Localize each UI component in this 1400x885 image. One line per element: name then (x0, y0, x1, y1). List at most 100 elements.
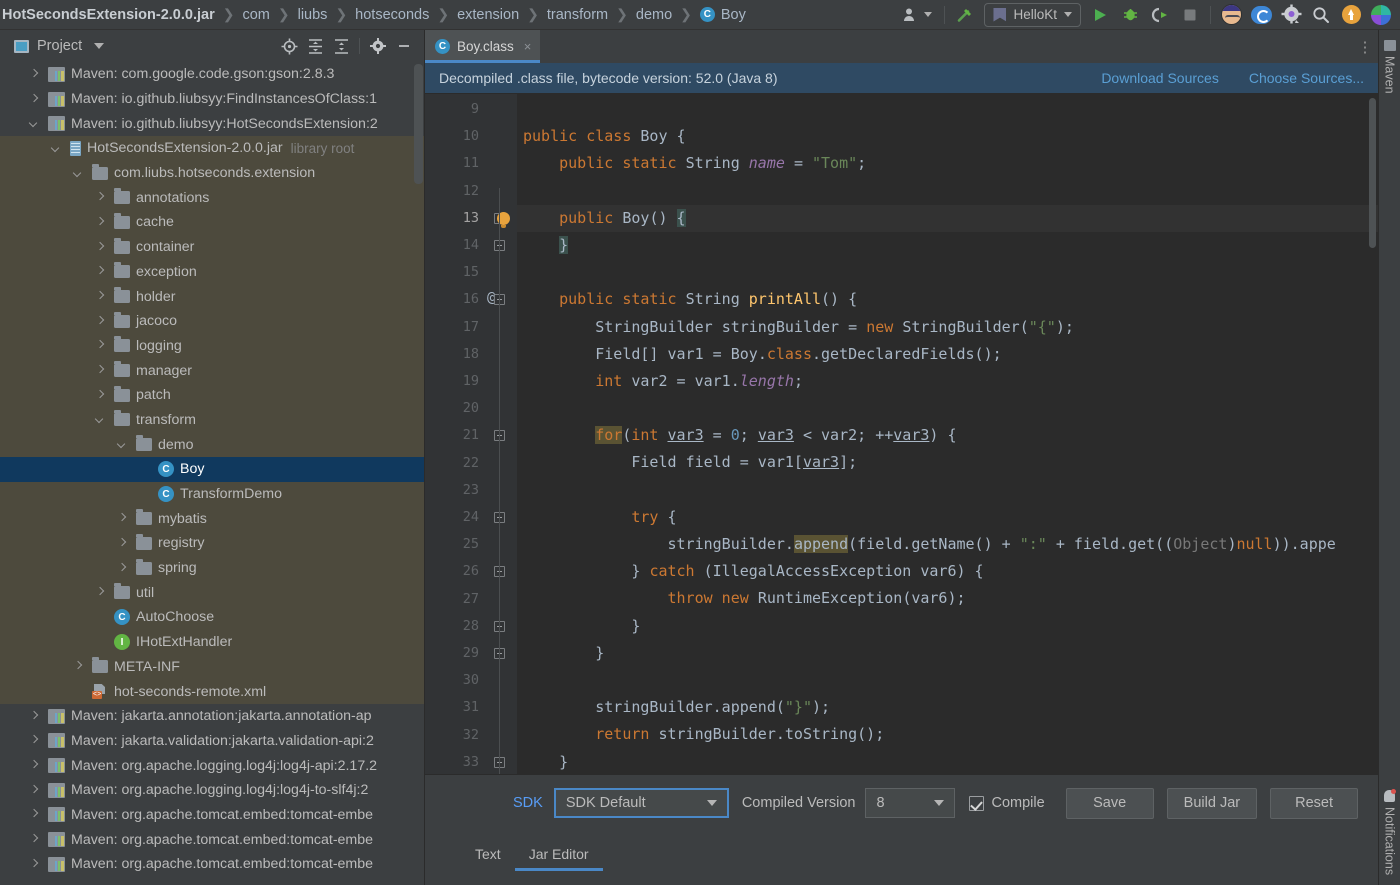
download-sources-link[interactable]: Download Sources (1101, 70, 1219, 86)
code-line[interactable]: return stringBuilder.toString(); (517, 721, 1378, 748)
code-line[interactable] (517, 259, 1378, 286)
code-line[interactable]: int var2 = var1.length; (517, 368, 1378, 395)
choose-sources-link[interactable]: Choose Sources... (1249, 70, 1364, 86)
colorful-plugin-icon[interactable] (1366, 2, 1396, 28)
tree-row[interactable]: Maven: io.github.liubsyy:HotSecondsExten… (0, 111, 424, 136)
code-line[interactable]: StringBuilder stringBuilder = new String… (517, 314, 1378, 341)
editor-vertical-scrollbar[interactable] (1367, 94, 1378, 774)
breadcrumb-item[interactable]: hotseconds (355, 7, 429, 23)
chevron-right-icon[interactable] (30, 736, 39, 745)
chevron-right-icon[interactable] (96, 366, 105, 375)
chevron-right-icon[interactable] (96, 391, 105, 400)
chevron-down-icon[interactable] (118, 440, 127, 449)
chevron-right-icon[interactable] (30, 810, 39, 819)
code-line[interactable]: public class Boy { (517, 123, 1378, 150)
code-line[interactable] (517, 96, 1378, 123)
code-line[interactable]: stringBuilder.append(field.getName() + "… (517, 531, 1378, 558)
tree-row[interactable]: mybatis (0, 506, 424, 531)
tree-row[interactable]: Maven: jakarta.validation:jakarta.valida… (0, 729, 424, 754)
close-icon[interactable]: × (524, 39, 532, 54)
debug-icon[interactable] (1115, 2, 1145, 28)
tree-row[interactable]: Maven: org.apache.logging.log4j:log4j-to… (0, 778, 424, 803)
chevron-right-icon[interactable] (96, 243, 105, 252)
tree-row[interactable]: hot-seconds-remote.xml (0, 679, 424, 704)
code-line[interactable]: public static String name = "Tom"; (517, 150, 1378, 177)
chevron-right-icon[interactable] (118, 514, 127, 523)
breadcrumb-item[interactable]: transform (547, 7, 608, 23)
chevron-down-icon[interactable] (96, 415, 105, 424)
tree-row[interactable]: logging (0, 334, 424, 359)
tree-row[interactable]: com.liubs.hotseconds.extension (0, 161, 424, 186)
gear-icon[interactable] (365, 33, 391, 59)
chevron-right-icon[interactable] (30, 712, 39, 721)
tree-row[interactable]: spring (0, 556, 424, 581)
code-line[interactable]: } (517, 749, 1378, 775)
chevron-right-icon[interactable] (118, 539, 127, 548)
code-line[interactable]: public Boy() { (517, 205, 1378, 232)
gear-icon[interactable] (1276, 2, 1306, 28)
code-line[interactable] (517, 395, 1378, 422)
chevron-right-icon[interactable] (30, 860, 39, 869)
tree-row[interactable]: Maven: org.apache.tomcat.embed:tomcat-em… (0, 852, 424, 877)
code-line[interactable] (517, 178, 1378, 205)
compiled-version-select[interactable]: 8 (865, 788, 955, 818)
editor-options-icon[interactable]: ⋮ (1352, 30, 1378, 63)
chevron-right-icon[interactable] (96, 267, 105, 276)
code-line[interactable]: Field field = var1[var3]; (517, 449, 1378, 476)
hammer-build-icon[interactable] (950, 2, 980, 28)
breadcrumb-item[interactable]: extension (457, 7, 519, 23)
code-line[interactable]: } (517, 613, 1378, 640)
chevron-right-icon[interactable] (74, 662, 83, 671)
tree-row[interactable]: CTransformDemo (0, 482, 424, 507)
chevron-right-icon[interactable] (118, 564, 127, 573)
project-tree[interactable]: Maven: com.google.code.gson:gson:2.8.3Ma… (0, 62, 424, 885)
tree-row[interactable]: Maven: org.apache.logging.log4j:log4j-ap… (0, 753, 424, 778)
tree-row[interactable]: container (0, 235, 424, 260)
reset-button[interactable]: Reset (1270, 788, 1358, 819)
editor-tab-boy-class[interactable]: C Boy.class × (425, 30, 540, 63)
tree-row[interactable]: annotations (0, 185, 424, 210)
code-line[interactable]: Field[] var1 = Boy.class.getDeclaredFiel… (517, 341, 1378, 368)
chevron-right-icon[interactable] (96, 218, 105, 227)
update-icon[interactable] (1336, 2, 1366, 28)
tree-row[interactable]: Maven: com.google.code.gson:gson:2.8.3 (0, 62, 424, 87)
tree-row[interactable]: Maven: org.apache.tomcat.embed:tomcat-em… (0, 827, 424, 852)
tab-jar-editor[interactable]: Jar Editor (515, 846, 603, 871)
chevron-down-icon[interactable] (52, 144, 61, 153)
breadcrumb-item[interactable]: liubs (298, 7, 328, 23)
code-line[interactable]: stringBuilder.append("}"); (517, 694, 1378, 721)
collapse-all-icon[interactable] (328, 33, 354, 59)
tree-row[interactable]: Maven: org.apache.tomcat.embed:tomcat-em… (0, 803, 424, 828)
code-line[interactable] (517, 477, 1378, 504)
source-code[interactable]: public class Boy { public static String … (517, 94, 1378, 774)
code-line[interactable]: try { (517, 504, 1378, 531)
code-line[interactable] (517, 667, 1378, 694)
chevron-right-icon[interactable] (30, 761, 39, 770)
tree-row-selected[interactable]: CBoy (0, 457, 424, 482)
breadcrumb-item[interactable]: HotSecondsExtension-2.0.0.jar (0, 7, 215, 23)
breadcrumb-item[interactable]: CBoy (700, 7, 746, 23)
code-line[interactable]: throw new RuntimeException(var6); (517, 585, 1378, 612)
chevron-down-icon[interactable] (74, 169, 83, 178)
checkbox-box[interactable] (969, 796, 984, 811)
chevron-down-icon[interactable] (94, 43, 104, 49)
tree-row[interactable]: registry (0, 531, 424, 556)
notifications-tool-button[interactable]: Notifications (1383, 786, 1397, 879)
run-icon[interactable] (1085, 2, 1115, 28)
tree-row[interactable]: holder (0, 284, 424, 309)
tree-row[interactable]: manager (0, 358, 424, 383)
save-button[interactable]: Save (1066, 788, 1154, 819)
tree-row[interactable]: Maven: io.github.liubsyy:FindInstancesOf… (0, 87, 424, 112)
code-line[interactable]: for(int var3 = 0; var3 < var2; ++var3) { (517, 422, 1378, 449)
code-line[interactable]: } (517, 640, 1378, 667)
chevron-right-icon[interactable] (30, 70, 39, 79)
user-dropdown-icon[interactable] (895, 2, 939, 28)
code-line[interactable]: } (517, 232, 1378, 259)
chevron-down-icon[interactable] (30, 119, 39, 128)
code-line[interactable]: public static String printAll() { (517, 286, 1378, 313)
tree-row[interactable]: jacoco (0, 309, 424, 334)
breadcrumb-item[interactable]: demo (636, 7, 672, 23)
tree-row[interactable]: util (0, 580, 424, 605)
sdk-select[interactable]: SDK Default (554, 788, 729, 818)
tree-row[interactable]: cache (0, 210, 424, 235)
